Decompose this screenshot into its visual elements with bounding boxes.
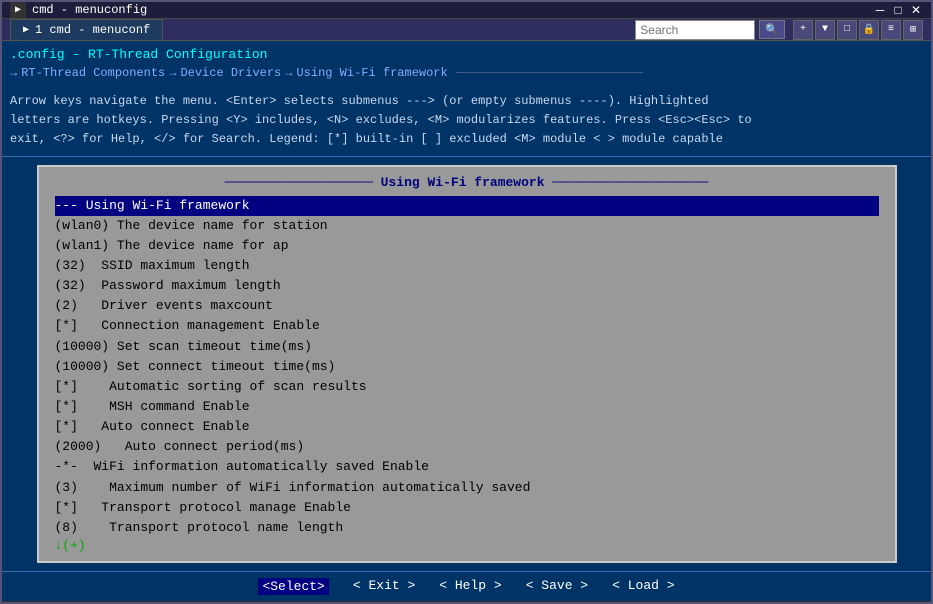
breadcrumb-item-2: Device Drivers bbox=[180, 66, 281, 80]
menu-box: ─────────────────── Using Wi-Fi framewor… bbox=[37, 165, 897, 563]
minimize-button[interactable]: ─ bbox=[873, 3, 887, 17]
menu-item-5[interactable]: (2) Driver events maxcount bbox=[55, 296, 879, 316]
menu-item-6[interactable]: [*] Connection management Enable bbox=[55, 316, 879, 336]
window-icon: ▶ bbox=[10, 2, 26, 18]
menu-item-1[interactable]: (wlan0) The device name for station bbox=[55, 216, 879, 236]
search-area: 🔍 + ▼ □ 🔒 ≡ ⊞ bbox=[635, 20, 923, 40]
menu-item-11[interactable]: [*] Auto connect Enable bbox=[55, 417, 879, 437]
breadcrumb-arrow-2: → bbox=[169, 66, 176, 80]
view-icon[interactable]: □ bbox=[837, 20, 857, 40]
menu-title: ─────────────────── Using Wi-Fi framewor… bbox=[55, 175, 879, 190]
tab-icon: ▶ bbox=[23, 24, 29, 36]
add-icon[interactable]: + bbox=[793, 20, 813, 40]
menu-item-8[interactable]: (10000) Set connect timeout time(ms) bbox=[55, 357, 879, 377]
menu-item-9[interactable]: [*] Automatic sorting of scan results bbox=[55, 377, 879, 397]
grid-icon[interactable]: ⊞ bbox=[903, 20, 923, 40]
maximize-button[interactable]: □ bbox=[891, 3, 905, 17]
window-title: cmd - menuconfig bbox=[32, 3, 873, 17]
load-button[interactable]: < Load > bbox=[612, 578, 674, 595]
breadcrumb: → RT-Thread Components → Device Drivers … bbox=[10, 64, 923, 82]
menu-more-indicator: ↓(+) bbox=[55, 538, 879, 553]
menu-item-3[interactable]: (32) SSID maximum length bbox=[55, 256, 879, 276]
toolbar-icons: + ▼ □ 🔒 ≡ ⊞ bbox=[793, 20, 923, 40]
window-controls: ─ □ ✕ bbox=[873, 3, 923, 17]
tab-label: 1 cmd - menuconf bbox=[35, 23, 150, 37]
tab-item-1[interactable]: ▶ 1 cmd - menuconf bbox=[10, 19, 163, 40]
close-button[interactable]: ✕ bbox=[909, 3, 923, 17]
menu-icon[interactable]: ≡ bbox=[881, 20, 901, 40]
config-title: .config - RT-Thread Configuration bbox=[10, 45, 923, 64]
menu-item-16[interactable]: (8) Transport protocol name length bbox=[55, 518, 879, 538]
breadcrumb-item-3: Using Wi-Fi framework bbox=[296, 66, 447, 80]
search-button[interactable]: 🔍 bbox=[759, 20, 785, 39]
help-line-3: exit, <?> for Help, </> for Search. Lege… bbox=[10, 130, 923, 149]
help-line-2: letters are hotkeys. Pressing <Y> includ… bbox=[10, 111, 923, 130]
menu-container: ─────────────────── Using Wi-Fi framewor… bbox=[2, 157, 931, 571]
menu-item-12[interactable]: (2000) Auto connect period(ms) bbox=[55, 437, 879, 457]
exit-button[interactable]: < Exit > bbox=[353, 578, 415, 595]
menu-item-7[interactable]: (10000) Set scan timeout time(ms) bbox=[55, 337, 879, 357]
menu-item-14[interactable]: (3) Maximum number of WiFi information a… bbox=[55, 478, 879, 498]
dropdown-icon[interactable]: ▼ bbox=[815, 20, 835, 40]
help-panel: Arrow keys navigate the menu. <Enter> se… bbox=[2, 86, 931, 157]
save-button[interactable]: < Save > bbox=[526, 578, 588, 595]
menu-item-10[interactable]: [*] MSH command Enable bbox=[55, 397, 879, 417]
lock-icon[interactable]: 🔒 bbox=[859, 20, 879, 40]
tab-bar: ▶ 1 cmd - menuconf 🔍 + ▼ □ 🔒 ≡ ⊞ bbox=[2, 19, 931, 41]
main-area: .config - RT-Thread Configuration → RT-T… bbox=[2, 41, 931, 86]
breadcrumb-arrow-1: → bbox=[10, 66, 17, 80]
window: ▶ cmd - menuconfig ─ □ ✕ ▶ 1 cmd - menuc… bbox=[0, 0, 933, 604]
menu-item-4[interactable]: (32) Password maximum length bbox=[55, 276, 879, 296]
help-line-1: Arrow keys navigate the menu. <Enter> se… bbox=[10, 92, 923, 111]
button-bar: <Select> < Exit > < Help > < Save > < Lo… bbox=[2, 571, 931, 601]
breadcrumb-arrow-3: → bbox=[285, 66, 292, 80]
menu-item-15[interactable]: [*] Transport protocol manage Enable bbox=[55, 498, 879, 518]
menu-item-13[interactable]: -*- WiFi information automatically saved… bbox=[55, 457, 879, 477]
select-button[interactable]: <Select> bbox=[258, 578, 328, 595]
title-bar: ▶ cmd - menuconfig ─ □ ✕ bbox=[2, 2, 931, 19]
breadcrumb-item-1: RT-Thread Components bbox=[21, 66, 165, 80]
help-button[interactable]: < Help > bbox=[439, 578, 501, 595]
menu-item-2[interactable]: (wlan1) The device name for ap bbox=[55, 236, 879, 256]
search-input[interactable] bbox=[635, 20, 755, 40]
menu-item-0[interactable]: --- Using Wi-Fi framework bbox=[55, 196, 879, 216]
